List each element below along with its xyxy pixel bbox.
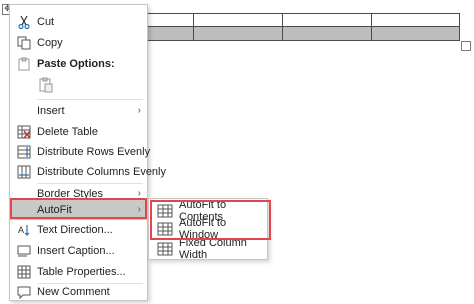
table-cell[interactable] [372,27,459,40]
blank-icon [16,202,32,218]
scissors-icon [16,14,32,30]
fixed-column-width-label: Fixed Column Width [179,237,247,261]
autofit-submenu: AutoFit to Contents AutoFit to Window Fi… [148,198,268,261]
table-properties-menu-item[interactable]: Table Properties... [10,262,147,282]
menu-separator [37,99,143,100]
context-menu: Cut Copy Paste Options: Insert › Delete … [9,4,166,302]
insert-label: Insert [37,105,65,117]
new-comment-menu-item[interactable]: New Comment [10,282,147,302]
distribute-rows-icon [16,144,32,160]
delete-table-menu-item[interactable]: Delete Table [10,122,147,142]
fixed-column-width-icon [157,242,173,256]
insert-menu-item[interactable]: Insert › [10,101,147,121]
chevron-right-icon: › [137,188,141,199]
delete-table-label: Delete Table [37,126,98,138]
border-styles-label: Border Styles [37,188,104,200]
insert-caption-label: Insert Caption... [37,245,115,257]
fixed-column-width-menu-item[interactable]: Fixed Column Width [149,237,267,261]
copy-label: Copy [37,37,63,49]
table-cell[interactable] [283,27,372,40]
distribute-rows-label: Distribute Rows Evenly [37,146,151,158]
distribute-rows-menu-item[interactable]: Distribute Rows Evenly [10,142,151,162]
distribute-columns-icon [16,164,32,180]
paste-options-label: Paste Options: [37,58,115,70]
text-direction-label: Text Direction... [37,224,113,236]
caption-icon [16,243,32,259]
svg-text:A: A [18,225,24,235]
insert-caption-menu-item[interactable]: Insert Caption... [10,241,147,261]
text-direction-icon: A [16,222,32,238]
table-cell[interactable] [372,14,459,27]
autofit-contents-icon [157,204,173,218]
delete-table-icon [16,124,32,140]
distribute-columns-menu-item[interactable]: Distribute Columns Evenly [10,162,166,182]
paste-keep-text-icon[interactable] [36,75,56,95]
table-cell[interactable] [283,14,372,27]
chevron-right-icon: › [137,204,141,215]
autofit-menu-item[interactable]: AutoFit › [10,200,147,220]
table-properties-label: Table Properties... [37,266,126,278]
autofit-window-icon [157,222,173,236]
copy-icon [16,35,32,51]
cut-label: Cut [37,16,55,28]
new-comment-label: New Comment [37,286,110,298]
table-cell[interactable] [194,14,283,27]
comment-icon [16,284,32,300]
copy-menu-item[interactable]: Copy [10,33,147,53]
paste-options-header: Paste Options: [10,54,147,74]
text-direction-menu-item[interactable]: A Text Direction... [10,220,147,240]
blank-icon [16,103,32,119]
autofit-label: AutoFit [37,204,72,216]
document-table[interactable] [104,13,460,41]
paste-icon [16,56,32,72]
table-properties-icon [16,264,32,280]
table-cell[interactable] [194,27,283,40]
autofit-window-menu-item[interactable]: AutoFit to Window [149,217,267,241]
table-resize-handle[interactable] [461,41,471,51]
cut-menu-item[interactable]: Cut [10,12,147,32]
distribute-columns-label: Distribute Columns Evenly [37,166,166,178]
chevron-right-icon: › [137,105,141,116]
